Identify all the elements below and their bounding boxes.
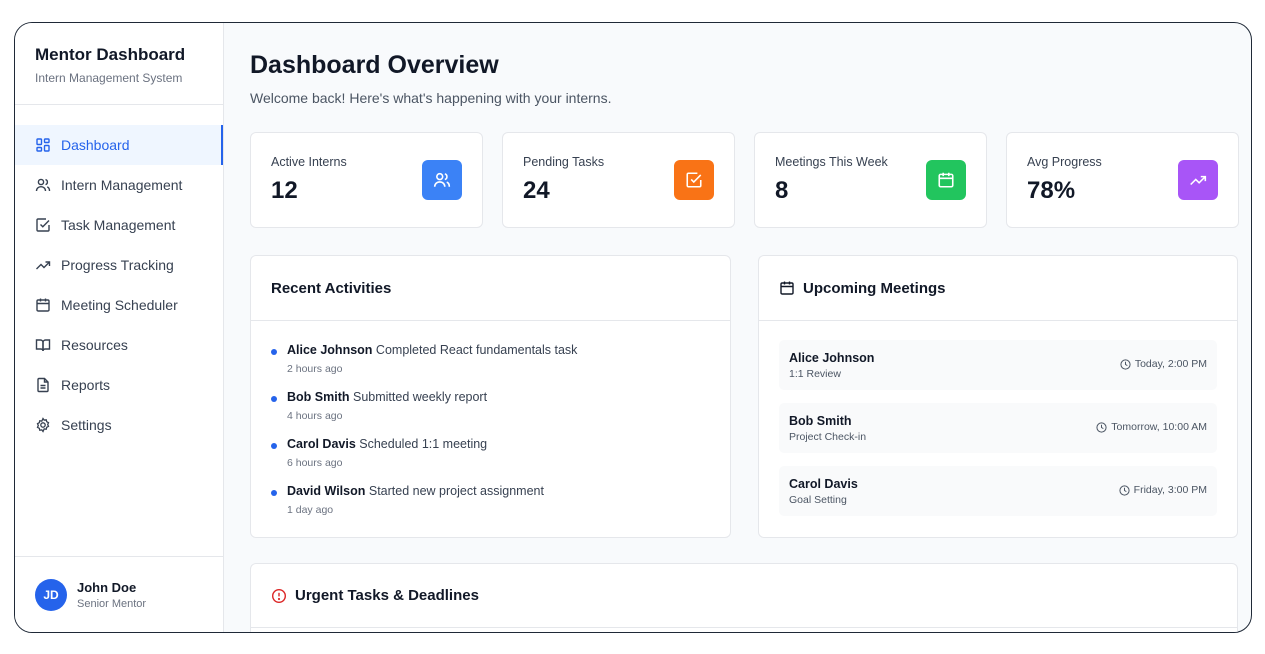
user-profile[interactable]: JD John Doe Senior Mentor (15, 556, 223, 632)
activity-name: Alice Johnson (287, 343, 373, 357)
activity-name: Carol Davis (287, 437, 356, 451)
avatar: JD (35, 578, 67, 611)
clock-icon (1096, 421, 1107, 433)
meeting-time: Friday, 3:00 PM (1119, 484, 1207, 496)
users-icon (422, 160, 462, 200)
user-role: Senior Mentor (77, 597, 147, 610)
meeting-item[interactable]: Carol Davis Goal Setting Friday, 3:00 PM (779, 466, 1217, 516)
activity-action: Completed React fundamentals task (375, 343, 578, 357)
sidebar-nav: Dashboard Intern Management Task Managem… (15, 105, 223, 445)
user-name: John Doe (77, 579, 137, 595)
activity-action: Scheduled 1:1 meeting (359, 437, 488, 451)
sidebar: Mentor Dashboard Intern Management Syste… (15, 23, 224, 632)
activity-time: 2 hours ago (287, 363, 343, 375)
panel-title: Upcoming Meetings (803, 279, 946, 297)
activity-time: 1 day ago (287, 504, 334, 516)
grid-icon (35, 137, 51, 153)
activity-action: Submitted weekly report (352, 390, 488, 404)
sidebar-item-label: Settings (61, 417, 112, 433)
sidebar-item-label: Intern Management (61, 177, 183, 193)
meeting-item[interactable]: Alice Johnson 1:1 Review Today, 2:00 PM (779, 340, 1217, 390)
checkbox-icon (35, 217, 51, 233)
trending-up-icon (35, 257, 51, 273)
brand: Mentor Dashboard Intern Management Syste… (15, 23, 223, 105)
meeting-time-text: Friday, 3:00 PM (1133, 484, 1207, 496)
meeting-time-text: Today, 2:00 PM (1134, 358, 1207, 370)
sidebar-item-intern-management[interactable]: Intern Management (15, 165, 223, 205)
checkbox-icon (674, 160, 714, 200)
sidebar-item-label: Resources (61, 337, 128, 353)
meeting-time: Today, 2:00 PM (1120, 358, 1207, 370)
bullet-dot (271, 490, 277, 496)
sidebar-item-settings[interactable]: Settings (15, 405, 223, 445)
panels-row: Recent Activities Alice Johnson Complete… (250, 255, 1239, 538)
app-title: Mentor Dashboard (35, 45, 186, 64)
users-icon (35, 177, 51, 193)
list-item: Bob Smith Submitted weekly report 4 hour… (271, 390, 710, 437)
sidebar-item-dashboard[interactable]: Dashboard (15, 125, 223, 165)
upcoming-meetings-panel: Upcoming Meetings Alice Johnson 1:1 Revi… (758, 255, 1238, 538)
sidebar-item-resources[interactable]: Resources (15, 325, 223, 365)
activity-name: David Wilson (287, 484, 366, 498)
user-info: John Doe Senior Mentor (77, 580, 146, 610)
list-item: Alice Johnson Completed React fundamenta… (271, 343, 710, 390)
clock-icon (1119, 484, 1130, 496)
meeting-time: Tomorrow, 10:00 AM (1096, 421, 1207, 433)
sidebar-item-meeting-scheduler[interactable]: Meeting Scheduler (15, 285, 223, 325)
calendar-icon (35, 297, 51, 313)
page-title: Dashboard Overview (250, 51, 499, 79)
stats-row: Active Interns 12 Pending Tasks 24 Meeti… (250, 132, 1239, 228)
list-item: Carol Davis Scheduled 1:1 meeting 6 hour… (271, 437, 710, 484)
stat-card-meetings-this-week: Meetings This Week 8 (754, 132, 987, 228)
activity-time: 4 hours ago (287, 410, 343, 422)
stat-card-active-interns: Active Interns 12 (250, 132, 483, 228)
sidebar-item-task-management[interactable]: Task Management (15, 205, 223, 245)
activity-list: Alice Johnson Completed React fundamenta… (251, 321, 730, 531)
activity-text: Bob Smith Submitted weekly report (287, 390, 710, 404)
urgent-tasks-panel: Urgent Tasks & Deadlines (250, 563, 1238, 632)
meeting-item[interactable]: Bob Smith Project Check-in Tomorrow, 10:… (779, 403, 1217, 453)
bullet-dot (271, 396, 277, 402)
app-subtitle: Intern Management System (35, 71, 183, 85)
calendar-icon (779, 280, 795, 296)
alert-circle-icon (271, 588, 287, 604)
sidebar-item-label: Reports (61, 377, 111, 393)
activity-action: Started new project assignment (368, 484, 544, 498)
recent-activities-panel: Recent Activities Alice Johnson Complete… (250, 255, 731, 538)
panel-title: Urgent Tasks & Deadlines (295, 587, 479, 604)
sidebar-item-label: Task Management (61, 217, 176, 233)
activity-name: Bob Smith (287, 390, 350, 404)
sidebar-item-progress-tracking[interactable]: Progress Tracking (15, 245, 223, 285)
trending-up-icon (1178, 160, 1218, 200)
main-content: Dashboard Overview Welcome back! Here's … (224, 23, 1251, 632)
page-subtitle: Welcome back! Here's what's happening wi… (250, 90, 612, 106)
panel-title: Recent Activities (251, 256, 730, 321)
stat-card-pending-tasks: Pending Tasks 24 (502, 132, 735, 228)
bullet-dot (271, 443, 277, 449)
bullet-dot (271, 349, 277, 355)
activity-text: David Wilson Started new project assignm… (287, 484, 710, 498)
file-text-icon (35, 377, 51, 393)
clock-icon (1120, 358, 1131, 370)
list-item: David Wilson Started new project assignm… (271, 484, 710, 531)
panel-header: Upcoming Meetings (759, 256, 1237, 321)
book-icon (35, 337, 51, 353)
sidebar-item-reports[interactable]: Reports (15, 365, 223, 405)
panel-header: Urgent Tasks & Deadlines (251, 564, 1237, 628)
activity-time: 6 hours ago (287, 457, 343, 469)
meeting-time-text: Tomorrow, 10:00 AM (1111, 421, 1207, 433)
sidebar-item-label: Dashboard (61, 137, 130, 153)
calendar-icon (926, 160, 966, 200)
sidebar-item-label: Meeting Scheduler (61, 297, 178, 313)
activity-text: Alice Johnson Completed React fundamenta… (287, 343, 710, 357)
stat-card-avg-progress: Avg Progress 78% (1006, 132, 1239, 228)
activity-text: Carol Davis Scheduled 1:1 meeting (287, 437, 710, 451)
app-window: Mentor Dashboard Intern Management Syste… (14, 22, 1252, 633)
sidebar-item-label: Progress Tracking (61, 257, 174, 273)
meeting-list: Alice Johnson 1:1 Review Today, 2:00 PM … (759, 321, 1237, 516)
gear-icon (35, 417, 51, 433)
